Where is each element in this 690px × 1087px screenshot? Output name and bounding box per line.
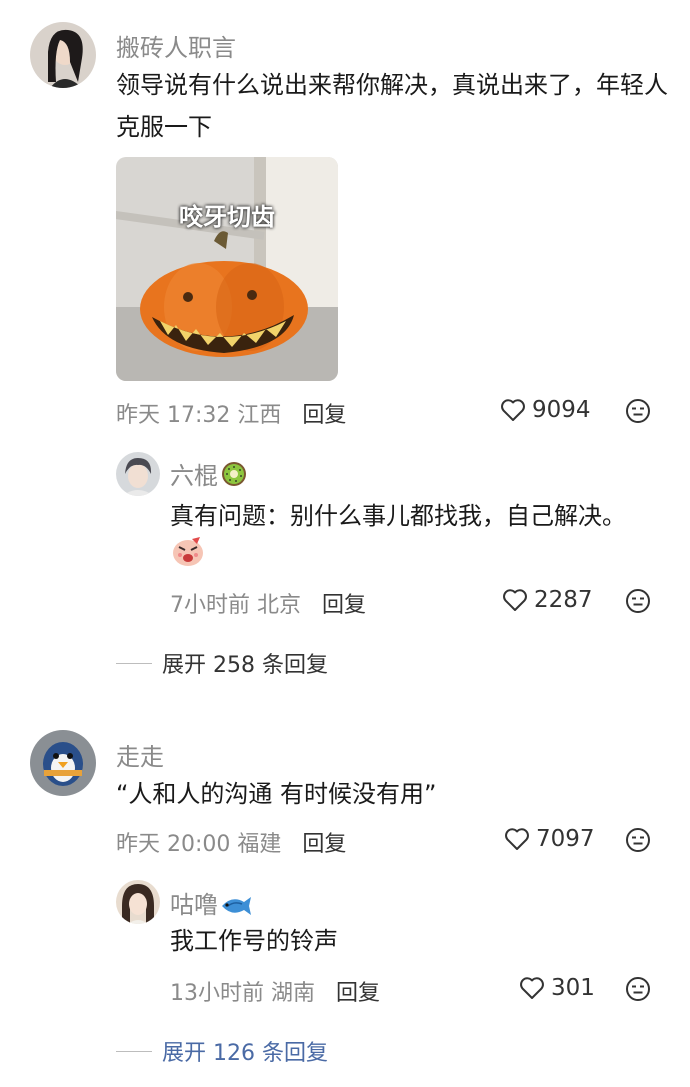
comment-image[interactable]: 咬牙切齿 xyxy=(116,157,338,381)
comment-meta: 昨天 20:00 福建 回复 xyxy=(116,826,346,858)
meh-face-icon xyxy=(626,977,650,1001)
like-count: 7097 xyxy=(536,826,595,852)
comment-username[interactable]: 走走 xyxy=(116,737,164,772)
heart-icon xyxy=(501,399,525,421)
comment-time: 昨天 17:32 xyxy=(116,403,231,428)
like-count: 301 xyxy=(551,975,595,1001)
reply-username[interactable]: 咕噜 xyxy=(170,885,252,923)
avatar[interactable] xyxy=(30,730,96,796)
reply-text: 我工作号的铃声 xyxy=(170,927,338,955)
reply-meta: 13小时前 湖南 回复 xyxy=(170,975,380,1007)
reply-avatar[interactable] xyxy=(116,880,160,924)
like-button[interactable]: 7097 xyxy=(504,826,595,852)
heart-icon xyxy=(520,977,544,999)
dislike-button[interactable] xyxy=(625,588,651,618)
angry-face-sticker xyxy=(170,533,206,569)
comment-text: 领导说有什么说出来帮你解决，真说出来了，年轻人克服一下 xyxy=(116,71,668,141)
heart-icon xyxy=(505,828,529,850)
dislike-button[interactable] xyxy=(625,827,651,857)
heart-icon xyxy=(503,589,527,611)
reply-button[interactable]: 回复 xyxy=(322,593,366,618)
like-count: 2287 xyxy=(534,587,593,613)
like-count: 9094 xyxy=(532,397,591,423)
meh-face-icon xyxy=(626,828,650,852)
meh-face-icon xyxy=(626,589,650,613)
expand-replies-label: 展开 258 条回复 xyxy=(162,653,328,678)
reply-button[interactable]: 回复 xyxy=(302,403,346,428)
reply-location: 湖南 xyxy=(271,981,316,1006)
comment-meta: 昨天 17:32 江西 回复 xyxy=(116,397,346,429)
comment-text: “人和人的沟通 有时候没有用” xyxy=(116,780,437,808)
expand-replies-button[interactable]: 展开 258 条回复 xyxy=(116,647,328,679)
fish-icon xyxy=(220,895,252,923)
reply-meta: 7小时前 北京 回复 xyxy=(170,587,366,619)
reply-text: 真有问题：别什么事儿都找我，自己解决。 xyxy=(170,502,626,530)
reply-time: 13小时前 xyxy=(170,981,264,1006)
expand-replies-label: 展开 126 条回复 xyxy=(162,1041,328,1066)
expand-replies-button[interactable]: 展开 126 条回复 xyxy=(116,1035,328,1067)
comment-location: 福建 xyxy=(237,832,282,857)
reply-location: 北京 xyxy=(257,593,302,618)
like-button[interactable]: 9094 xyxy=(500,397,591,423)
image-caption: 咬牙切齿 xyxy=(179,203,275,231)
reply-time: 7小时前 xyxy=(170,593,250,618)
reply-avatar[interactable] xyxy=(116,452,160,496)
reply-button[interactable]: 回复 xyxy=(302,832,346,857)
comment-location: 江西 xyxy=(237,403,282,428)
dislike-button[interactable] xyxy=(625,398,651,428)
divider-line xyxy=(116,662,152,664)
reply-button[interactable]: 回复 xyxy=(336,981,380,1006)
like-button[interactable]: 2287 xyxy=(502,587,593,613)
like-button[interactable]: 301 xyxy=(519,975,595,1001)
comment-time: 昨天 20:00 xyxy=(116,832,231,857)
dislike-button[interactable] xyxy=(625,976,651,1006)
kiwi-icon xyxy=(220,460,248,494)
avatar[interactable] xyxy=(30,22,96,88)
divider-line xyxy=(116,1050,152,1052)
reply-username[interactable]: 六棍 xyxy=(170,456,248,494)
meh-face-icon xyxy=(626,399,650,423)
comment-username[interactable]: 搬砖人职言 xyxy=(116,28,236,63)
